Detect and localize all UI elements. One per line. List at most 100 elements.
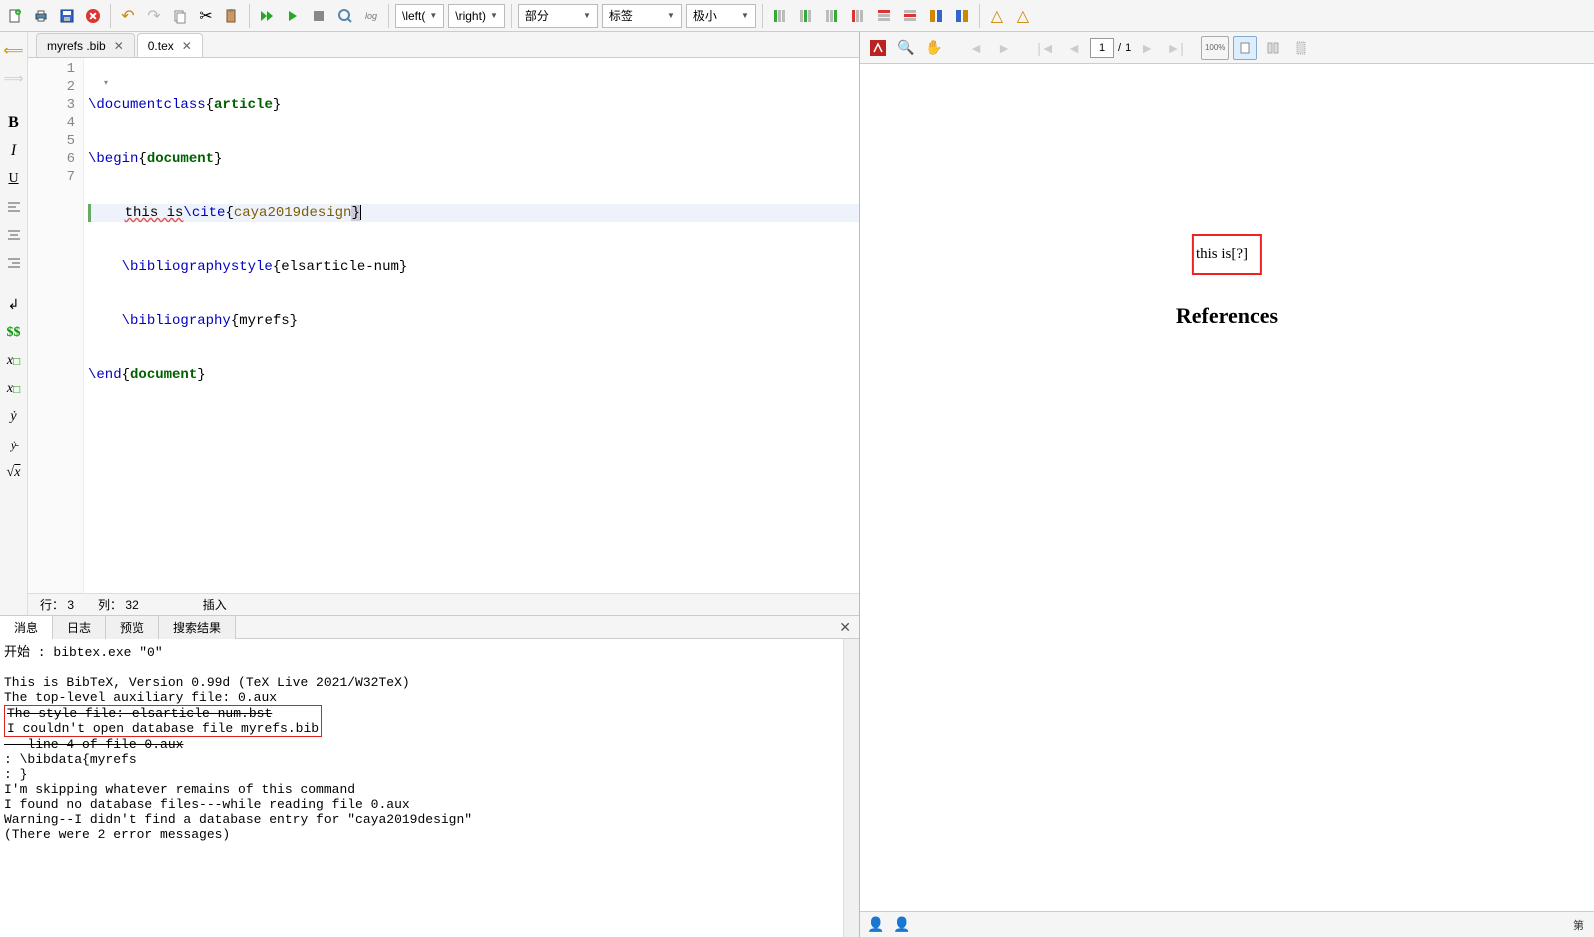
line-number: 3 [28,96,75,114]
pdf-preview-pane: 🔍 ✋ ◄ ► |◄ ◄ / 1 ► ►| 100% this is[?] Re… [859,32,1594,937]
nav-back-icon[interactable]: ◄ [964,36,988,60]
tab-search-results[interactable]: 搜索结果 [159,616,236,639]
copy-icon[interactable] [167,3,193,29]
log-line: This is BibTeX, Version 0.99d (TeX Live … [4,675,855,690]
log-error-box: The style file: elsarticle-num.bstI coul… [4,705,322,737]
tab-log[interactable]: 日志 [53,616,106,639]
new-file-icon[interactable]: + [2,3,28,29]
save-icon[interactable] [54,3,80,29]
nav-fwd-icon[interactable]: ► [992,36,1016,60]
view-pdf-icon[interactable] [332,3,358,29]
paste-icon[interactable] [219,3,245,29]
pdf-content: this is[?] References [1176,234,1278,329]
italic-icon[interactable]: I [3,140,25,162]
fraction-icon[interactable]: ẏ̵ [3,434,25,456]
code-line: \end{document} [88,366,859,384]
user-icon[interactable]: 👤 [866,915,886,935]
subscript-icon[interactable]: x□ [3,350,25,372]
table-col-left-icon[interactable] [767,3,793,29]
user-icon[interactable]: 👤 [892,915,912,935]
pdf-app-icon[interactable] [866,36,890,60]
close-icon[interactable]: ✕ [114,39,124,53]
status-row: 行： 3 [40,596,74,613]
display-math-icon[interactable]: $$ [3,322,25,344]
warning2-icon[interactable]: △ [1010,3,1036,29]
derivative-icon[interactable]: ẏ [3,406,25,428]
messages-scrollbar[interactable] [843,639,859,937]
tab-messages[interactable]: 消息 [0,616,53,639]
chevron-down-icon: ▼ [429,11,437,20]
back-icon[interactable]: ⟸ [3,40,25,62]
last-page-icon[interactable]: ►| [1163,36,1187,60]
message-output[interactable]: 开始 : bibtex.exe "0" This is BibTeX, Vers… [0,639,859,937]
continuous-icon[interactable] [1289,36,1313,60]
fold-icon[interactable]: ▾ [104,78,108,87]
newline-icon[interactable]: ↲ [3,294,25,316]
label-label: 标签 [609,7,633,24]
log-line: ---line 4 of file 0.aux [4,737,183,752]
prev-page-icon[interactable]: ◄ [1062,36,1086,60]
right-delim-dropdown[interactable]: \right)▼ [448,4,505,28]
close-messages-icon[interactable]: ✕ [831,619,859,636]
tab-myrefs[interactable]: myrefs .bib ✕ [36,33,135,57]
table-row-icon[interactable] [871,3,897,29]
underline-icon[interactable]: U [3,168,25,190]
superscript-icon[interactable]: x□ [3,378,25,400]
right-delim-label: \right) [455,9,486,23]
line-number: 7 [28,168,75,186]
align-right-icon[interactable] [3,252,25,274]
print-icon[interactable] [28,3,54,29]
tab-preview[interactable]: 预览 [106,616,159,639]
left-delim-dropdown[interactable]: \left(▼ [395,4,444,28]
stop-icon[interactable] [80,3,106,29]
first-page-icon[interactable]: |◄ [1034,36,1058,60]
fit-width-icon[interactable] [1261,36,1285,60]
tab-label: myrefs .bib [47,39,106,53]
line-number: 1 [28,60,75,78]
code-line-active: this is\cite{caya2019design} [88,204,859,222]
cut-icon[interactable]: ✂ [193,3,219,29]
log-line: I couldn't open database file myrefs.bib [7,721,319,736]
next-page-icon[interactable]: ► [1135,36,1159,60]
undo-icon[interactable]: ↶ [115,3,141,29]
footer-page-label: 第 [1573,917,1588,933]
align-center-icon[interactable] [3,224,25,246]
pdf-document[interactable]: this is[?] References [860,64,1594,911]
table-del-row-icon[interactable] [897,3,923,29]
editor-statusbar: 行： 3 列： 32 插入 [28,593,859,615]
table-col-mid-icon[interactable] [793,3,819,29]
table-col-right-icon[interactable] [819,3,845,29]
redo-icon[interactable]: ↷ [141,3,167,29]
chevron-down-icon: ▼ [667,11,675,20]
code-area[interactable]: \documentclass{article} \begin{document}… [84,58,859,593]
log-line: I found no database files---while readin… [4,797,855,812]
warning1-icon[interactable]: △ [984,3,1010,29]
table-merge-icon[interactable] [923,3,949,29]
section-dropdown[interactable]: 部分▼ [518,4,598,28]
status-col: 列： 32 [98,596,139,613]
zoom-level[interactable]: 100% [1201,36,1229,60]
align-left-icon[interactable] [3,196,25,218]
forward-icon[interactable]: ⟹ [3,68,25,90]
search-icon[interactable]: 🔍 [894,36,918,60]
build-run-icon[interactable] [254,3,280,29]
log-line: : \bibdata{myrefs [4,752,855,767]
page-number-input[interactable] [1090,38,1114,58]
log-line: The style file: elsarticle-num.bst [7,706,272,721]
close-icon[interactable]: ✕ [182,39,192,53]
sqrt-icon[interactable]: √x [3,462,25,484]
size-dropdown[interactable]: 极小▼ [686,4,756,28]
fit-page-icon[interactable] [1233,36,1257,60]
table-del-col-icon[interactable] [845,3,871,29]
tab-0tex[interactable]: 0.tex ✕ [137,33,203,57]
table-split-icon[interactable] [949,3,975,29]
line-gutter: 1 2 3 4 5 6 7 [28,58,84,593]
view-log-icon[interactable]: log [358,3,384,29]
hand-tool-icon[interactable]: ✋ [922,36,946,60]
label-dropdown[interactable]: 标签 ▼ [602,4,682,28]
bold-icon[interactable]: B [3,112,25,134]
code-editor[interactable]: 1 2 3 4 5 6 7 ▾ \documentclass{article} … [28,58,859,593]
line-number: 5 [28,132,75,150]
stop-compile-icon[interactable] [306,3,332,29]
compile-icon[interactable] [280,3,306,29]
